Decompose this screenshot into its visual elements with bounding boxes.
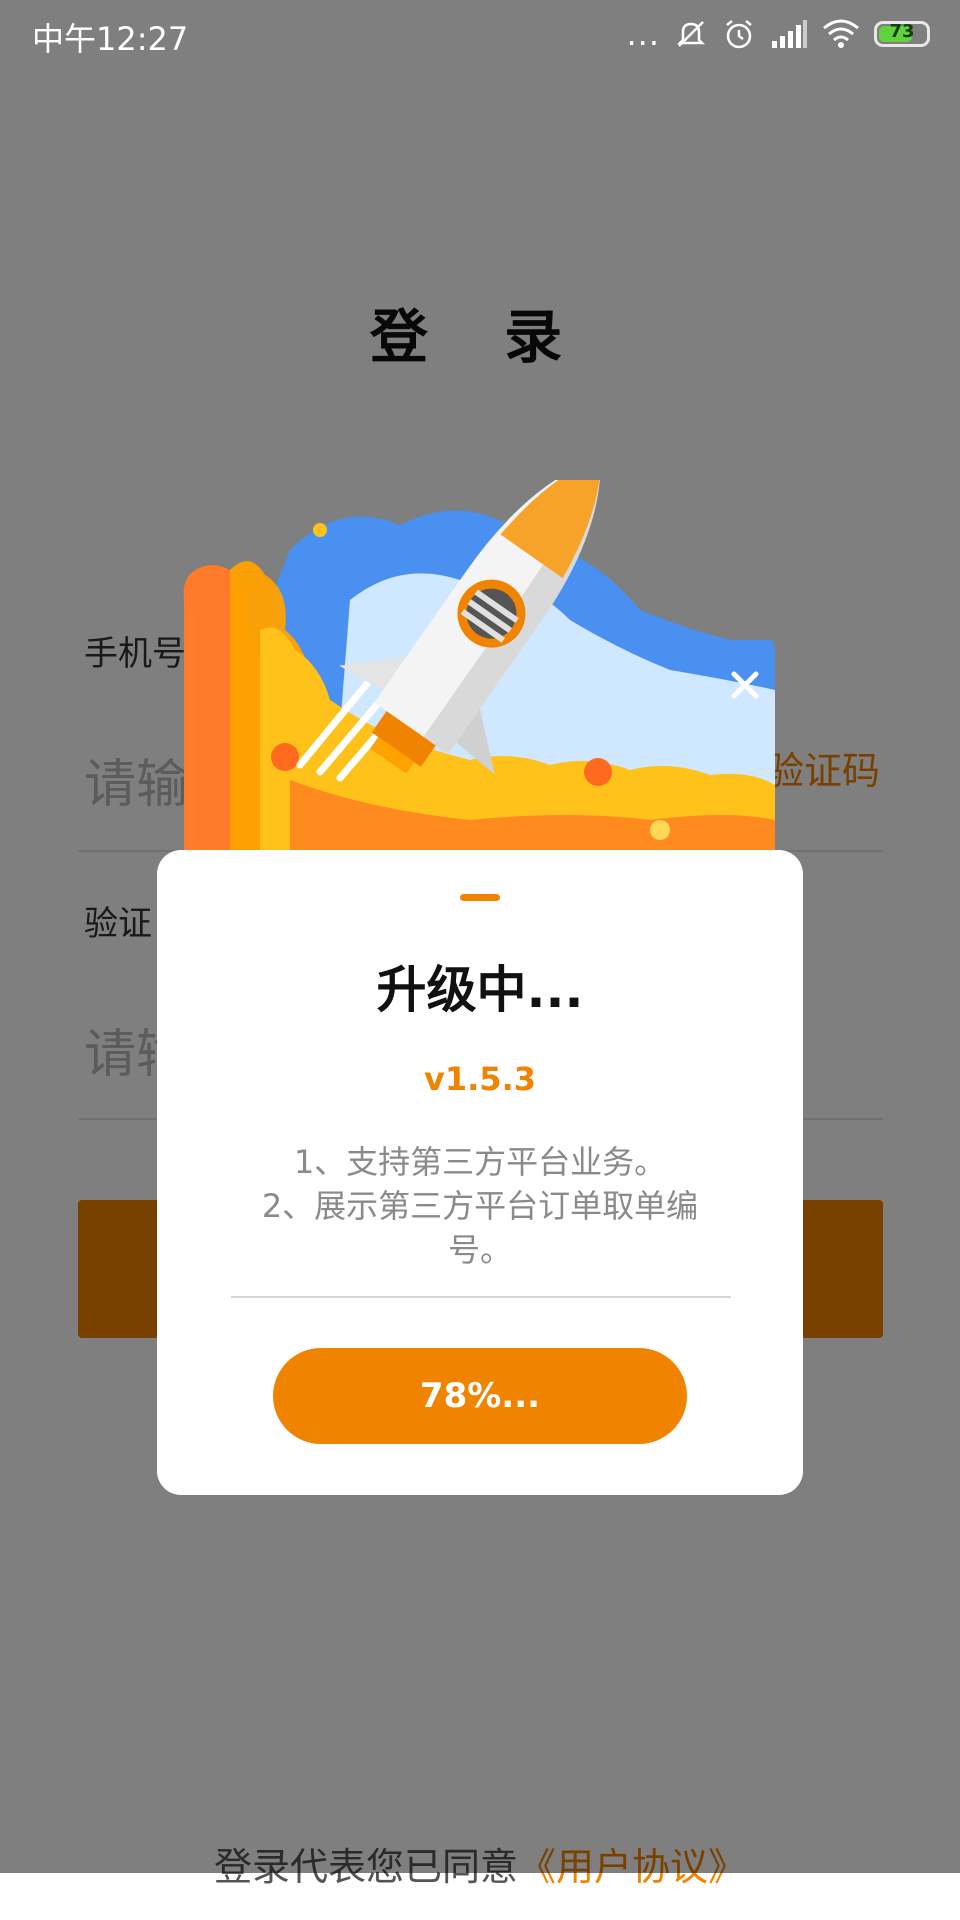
screen: 登 录 手机号 请输 验证码 验证 请输 登录代表您已同意《用户协议》 中午12… xyxy=(0,0,960,1920)
release-notes: 1、支持第三方平台业务。 2、展示第三方平台订单取单编号。 xyxy=(241,1140,719,1272)
dialog-card: 升级中... v1.5.3 1、支持第三方平台业务。 2、展示第三方平台订单取单… xyxy=(157,850,803,1495)
release-note: 1、支持第三方平台业务。 xyxy=(293,1143,667,1181)
accent-bar xyxy=(460,894,500,901)
close-button[interactable] xyxy=(720,660,770,710)
divider xyxy=(231,1296,731,1298)
progress-button[interactable]: 78%... xyxy=(273,1348,687,1444)
version-label: v1.5.3 xyxy=(424,1060,536,1098)
rocket-icon xyxy=(183,480,775,855)
dialog-title: 升级中... xyxy=(376,961,584,1019)
close-icon xyxy=(731,671,759,699)
upgrade-dialog: 升级中... v1.5.3 1、支持第三方平台业务。 2、展示第三方平台订单取单… xyxy=(0,0,960,1920)
release-note: 2、展示第三方平台订单取单编号。 xyxy=(261,1187,699,1269)
